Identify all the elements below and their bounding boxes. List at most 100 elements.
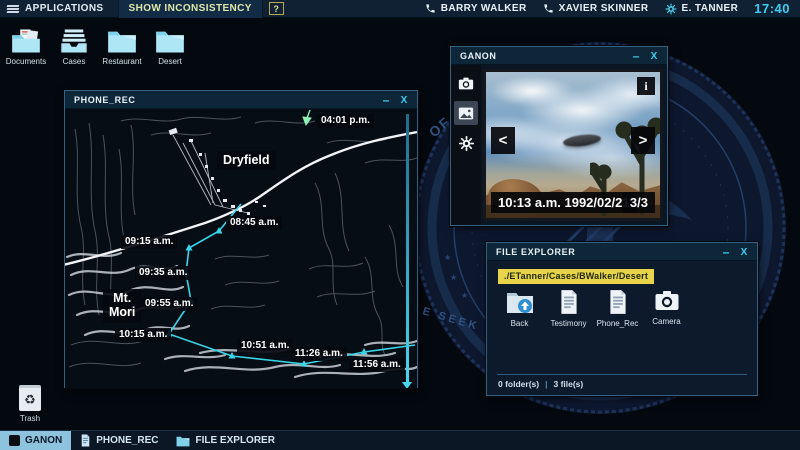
minimize-button[interactable]: – — [719, 243, 733, 261]
desktop-icon-label: Documents — [4, 57, 48, 66]
file-item-testimony[interactable]: Testimony — [544, 289, 593, 328]
contact-barry-walker[interactable]: BARRY WALKER — [425, 3, 527, 14]
waypoint-label: 09:15 a.m. — [121, 235, 177, 249]
status-separator: | — [545, 379, 547, 389]
trash-icon[interactable]: ♻ Trash — [8, 385, 52, 423]
close-button[interactable]: X — [737, 243, 751, 261]
folder-icon — [176, 435, 190, 447]
window-title: GANON — [451, 51, 497, 61]
desktop-icon-label: Desert — [148, 57, 192, 66]
taskbar-item-label: GANON — [25, 435, 62, 446]
minimize-button[interactable]: – — [629, 47, 643, 65]
settings-tool-button[interactable] — [454, 131, 478, 155]
mountain-label-line2: Mori — [109, 305, 135, 319]
svg-text:★: ★ — [461, 291, 468, 300]
window-title: PHONE_REC — [65, 95, 135, 105]
waypoint-label: 08:45 a.m. — [226, 216, 282, 230]
event-time-label: 04:01 p.m. — [317, 114, 374, 128]
file-count: 3 file(s) — [553, 379, 583, 389]
user-e-tanner[interactable]: E. TANNER — [665, 3, 739, 15]
desktop-icon-label: Cases — [52, 57, 96, 66]
camera-icon — [458, 77, 474, 90]
file-explorer-titlebar[interactable]: FILE EXPLORER – X — [487, 243, 757, 261]
contact-xavier-skinner[interactable]: XAVIER SKINNER — [543, 3, 649, 14]
desktop-icon-documents[interactable]: Documents — [4, 28, 48, 66]
clock: 17:40 — [754, 1, 790, 16]
file-item-label: Camera — [642, 317, 691, 326]
camera-icon — [654, 289, 680, 313]
minimize-button[interactable]: – — [379, 91, 393, 109]
desktop-icon-restaurant[interactable]: Restaurant — [100, 28, 144, 66]
file-item-camera[interactable]: Camera — [642, 289, 691, 328]
phone-record-map[interactable]: Dryfield Mt. Mori 04:01 p.m. 08:45 a.m. … — [65, 109, 417, 388]
svg-text:★: ★ — [444, 253, 451, 262]
applications-menu-icon — [7, 5, 19, 13]
map-scrollbar[interactable] — [406, 114, 409, 382]
cases-tray-icon — [59, 28, 89, 54]
trash-label: Trash — [8, 414, 52, 423]
ganon-app-icon — [9, 435, 20, 446]
phone-icon — [425, 3, 436, 14]
file-item-label: Back — [495, 319, 544, 328]
desktop-icon-label: Restaurant — [100, 57, 144, 66]
contact-name: E. TANNER — [682, 3, 739, 14]
town-label: Dryfield — [217, 151, 276, 170]
folder-icon — [155, 28, 185, 54]
svg-text:★: ★ — [450, 273, 457, 282]
image-viewer-tool-button[interactable] — [454, 101, 478, 125]
phone-rec-window: PHONE_REC – X — [64, 90, 418, 388]
desktop-icon-desert[interactable]: Desert — [148, 28, 192, 66]
desktop-icon-cases[interactable]: Cases — [52, 28, 96, 66]
gear-icon — [665, 3, 677, 15]
status-bar: 0 folder(s) | 3 file(s) — [498, 379, 583, 389]
ganon-window: GANON – X — [450, 46, 668, 226]
waypoint-label: 10:15 a.m. — [115, 328, 171, 342]
game-desktop: OF E SEEK ★★★ APPLICATIONS SHOW INCONSIS… — [0, 0, 800, 450]
top-menu-bar: APPLICATIONS SHOW INCONSISTENCY ? BARRY … — [0, 0, 800, 18]
document-icon — [607, 289, 629, 315]
desktop-icons: Documents Cases Restaurant Desert — [4, 28, 192, 66]
mountain-label-line1: Mt. — [109, 291, 135, 305]
folder-up-icon — [506, 289, 534, 315]
path-bar[interactable]: ./ETanner/Cases/BWalker/Desert — [498, 269, 654, 284]
document-icon — [558, 289, 580, 315]
close-button[interactable]: X — [397, 91, 411, 109]
waypoint-label: 10:51 a.m. — [237, 339, 293, 353]
recycle-bin-icon: ♻ — [19, 385, 41, 411]
ganon-titlebar[interactable]: GANON – X — [451, 47, 667, 65]
photo-timestamp: 10:13 a.m. 1992/02/21 — [491, 192, 637, 213]
contact-name: BARRY WALKER — [441, 3, 527, 14]
desert-ufo-photo: i < > 10:13 a.m. 1992/02/21 3/3 — [483, 69, 663, 221]
taskbar-item-label: FILE EXPLORER — [195, 435, 274, 446]
file-list: Back Testimony Phone_Rec — [495, 289, 691, 328]
status-divider — [497, 374, 747, 375]
help-button[interactable]: ? — [269, 2, 284, 15]
mountain-label: Mt. Mori — [103, 289, 141, 323]
waypoint-label: 11:56 a.m. — [349, 358, 405, 372]
folder-count: 0 folder(s) — [498, 379, 539, 389]
scroll-down-arrow-icon[interactable] — [402, 382, 412, 388]
taskbar-item-phone-rec[interactable]: PHONE_REC — [71, 431, 167, 450]
waypoint-label: 09:35 a.m. — [135, 266, 191, 280]
file-item-phone-rec[interactable]: Phone_Rec — [593, 289, 642, 328]
taskbar: GANON PHONE_REC FILE EXPLORER — [0, 430, 800, 450]
camera-tool-button[interactable] — [454, 71, 478, 95]
waypoint-label: 09:55 a.m. — [141, 297, 197, 311]
phone-rec-titlebar[interactable]: PHONE_REC – X — [65, 91, 417, 109]
previous-photo-button[interactable]: < — [491, 127, 515, 154]
close-button[interactable]: X — [647, 47, 661, 65]
next-photo-button[interactable]: > — [631, 127, 655, 154]
window-title: FILE EXPLORER — [487, 247, 575, 257]
file-item-label: Testimony — [544, 319, 593, 328]
taskbar-item-label: PHONE_REC — [96, 435, 158, 446]
file-item-back[interactable]: Back — [495, 289, 544, 328]
applications-menu[interactable]: APPLICATIONS — [25, 3, 104, 14]
photo-info-button[interactable]: i — [637, 77, 655, 95]
gear-icon — [459, 136, 474, 151]
show-inconsistency-button[interactable]: SHOW INCONSISTENCY — [118, 0, 263, 18]
file-explorer-window: FILE EXPLORER – X ./ETanner/Cases/BWalke… — [486, 242, 758, 396]
image-icon — [458, 107, 474, 120]
taskbar-item-file-explorer[interactable]: FILE EXPLORER — [167, 431, 283, 450]
folder-icon — [107, 28, 137, 54]
taskbar-item-ganon[interactable]: GANON — [0, 431, 71, 450]
